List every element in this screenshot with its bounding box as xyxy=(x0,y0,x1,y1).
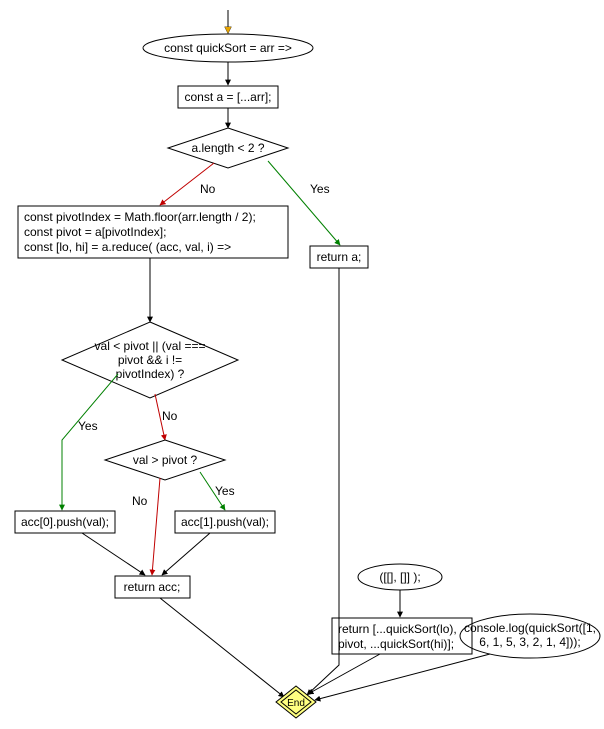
edge-pushlo-retacc xyxy=(82,533,145,575)
node-end-label: End xyxy=(287,698,305,709)
edge-pushhi-retacc xyxy=(162,533,210,575)
edge-lencheck-yes-label: Yes xyxy=(310,182,330,196)
node-start-label: const quickSort = arr => xyxy=(164,41,292,55)
edge-condlo-yes-label: Yes xyxy=(78,419,98,433)
node-cond-lo-l1: val < pivot || (val === xyxy=(95,339,206,353)
node-return-a-label: return a; xyxy=(317,250,362,264)
edge-retacc-end xyxy=(160,598,284,697)
node-cond-hi-label: val > pivot ? xyxy=(133,453,198,467)
edge-consolelog-end xyxy=(315,654,490,700)
node-return-rec-l2: pivot, ...quickSort(hi)]; xyxy=(338,637,454,651)
node-lencheck-label: a.length < 2 ? xyxy=(191,141,264,155)
edge-return-a-end xyxy=(307,268,339,695)
node-cond-lo-l3: pivotIndex) ? xyxy=(116,367,185,381)
node-consolelog-l2: 6, 1, 5, 3, 2, 1, 4])); xyxy=(479,635,580,649)
edge-lencheck-yes xyxy=(268,161,340,245)
node-push-lo-label: acc[0].push(val); xyxy=(21,515,109,529)
node-return-rec-l1: return [...quickSort(lo), xyxy=(338,622,457,636)
edge-condhi-yes-label: Yes xyxy=(215,484,235,498)
node-pivotblock-l2: const pivot = a[pivotIndex]; xyxy=(24,225,166,239)
node-consolelog-l1: console.log(quickSort([1, xyxy=(464,621,596,635)
node-return-acc-label: return acc; xyxy=(124,580,181,594)
node-init-tuple-label: ([[], []] ); xyxy=(379,570,420,584)
edge-condhi-no xyxy=(152,478,160,575)
edge-condlo-no-label: No xyxy=(162,409,178,423)
edge-condhi-no-label: No xyxy=(132,494,148,508)
node-pivotblock-l3: const [lo, hi] = a.reduce( (acc, val, i)… xyxy=(24,240,231,254)
flowchart: const quickSort = arr => const a = [...a… xyxy=(0,0,604,729)
edge-condlo-yes xyxy=(62,374,118,510)
edge-lencheck-no-label: No xyxy=(200,182,216,196)
node-push-hi-label: acc[1].push(val); xyxy=(181,515,269,529)
edge-retrec-end xyxy=(308,654,380,694)
node-copyarr-label: const a = [...arr]; xyxy=(184,90,271,104)
node-pivotblock-l1: const pivotIndex = Math.floor(arr.length… xyxy=(24,210,256,224)
node-cond-lo-l2: pivot && i != xyxy=(118,353,182,367)
